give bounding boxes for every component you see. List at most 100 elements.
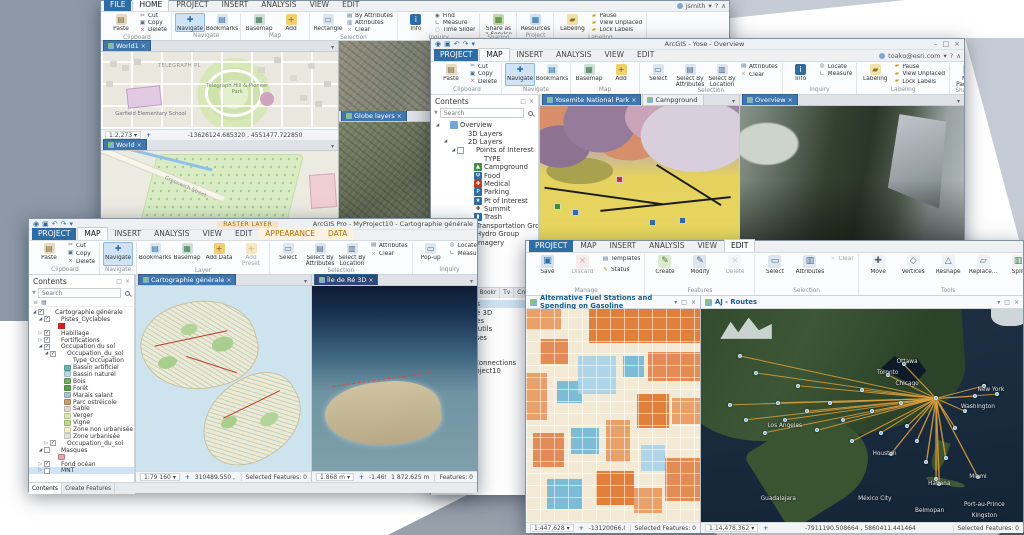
ribbon-button[interactable]: ✂ Cut (138, 13, 168, 20)
view-tab[interactable]: Campground (642, 94, 704, 105)
airport-dot[interactable] (850, 439, 854, 443)
view-tab[interactable]: Cartographie générale× (138, 274, 236, 285)
ribbon-button[interactable]: i Info (401, 13, 431, 34)
ribbon-tab[interactable]: EDIT (336, 0, 365, 11)
layer-tree-item[interactable]: ▷ MNT (29, 467, 134, 474)
ribbon-button[interactable]: ✎ Create (648, 254, 681, 287)
ribbon-button[interactable]: ▰ Labeling (557, 13, 587, 34)
ribbon-button[interactable]: ✚ Navigate (175, 13, 205, 32)
expand-icon[interactable]: ▷ (37, 462, 44, 467)
float-icon[interactable]: □ (1004, 299, 1010, 306)
map-view-overview-3d[interactable] (740, 106, 964, 241)
ribbon-button[interactable]: + Add Data (204, 242, 234, 267)
map-pane-title-bar[interactable]: Alternative Fuel Stations and Spending o… (526, 296, 700, 309)
expand-icon[interactable]: ◢ (37, 317, 44, 322)
close-icon[interactable]: × (529, 98, 534, 105)
close-icon[interactable]: × (125, 278, 130, 285)
pointer-icon[interactable]: + (185, 474, 190, 481)
layer-tree-item[interactable]: Bois (29, 378, 134, 385)
view-tab[interactable]: Yosemite National Park× (542, 94, 641, 105)
layer-tree-item[interactable]: ◢ ✓ Occupation du sol (29, 343, 134, 350)
quick-access-button[interactable]: ◉ (435, 40, 441, 48)
close-icon[interactable]: × (691, 299, 696, 306)
ribbon-button[interactable]: ▰ View Unplaced (589, 20, 643, 27)
layer-tree-item[interactable]: ✚ Medical (431, 180, 538, 188)
scale-select[interactable]: 1.868 m▾ (316, 473, 354, 481)
ribbon-button[interactable]: ▰ View Unplaced (892, 71, 946, 79)
expand-icon[interactable]: ▷ (37, 331, 44, 336)
ribbon-button[interactable]: × Clear (739, 71, 779, 79)
ribbon-tab[interactable]: MAP (479, 48, 509, 61)
layer-tree-item[interactable]: 3D Layers (431, 129, 538, 137)
ribbon-button[interactable]: ▣ Copy (468, 71, 498, 79)
campground-marker[interactable] (554, 203, 561, 210)
layer-tree-item[interactable]: Sable (29, 405, 134, 412)
ribbon-button[interactable]: ▥ Attributes (793, 254, 826, 287)
ribbon-button[interactable]: ✂ Cut (66, 242, 96, 250)
layer-tree-item[interactable]: P Parking (431, 188, 538, 196)
view-tab[interactable]: Overview× (742, 94, 798, 105)
airport-dot[interactable] (776, 401, 780, 405)
ribbon-button[interactable]: ◉ Find (433, 13, 477, 20)
ribbon-tab[interactable]: PROJECT (32, 228, 76, 240)
airport-dot[interactable] (860, 388, 864, 392)
ribbon-button[interactable]: ▤ Paste (436, 63, 466, 86)
parking-marker[interactable] (649, 219, 656, 226)
ribbon-button[interactable]: ▤ Bookmarks (537, 63, 567, 86)
ribbon-tab[interactable]: MAP (77, 227, 107, 240)
view-tab[interactable]: Île de Ré 3D× (314, 274, 378, 285)
ribbon-button[interactable]: ▤ By Attributes (345, 13, 394, 20)
ribbon-button[interactable]: ∟ Measure (448, 250, 477, 258)
layer-checkbox[interactable]: ✓ (44, 316, 50, 322)
ribbon-tab[interactable]: MAP (574, 240, 602, 252)
ribbon-button[interactable]: + Add Preset (236, 242, 266, 267)
ribbon-button[interactable]: ▤ Bookmarks (207, 13, 237, 32)
layer-tree-item[interactable]: ◢ ✓ Occupation_du_sol (29, 350, 134, 357)
scale-select[interactable]: 1:2,273▾ (105, 131, 141, 139)
airport-dot[interactable] (744, 418, 748, 422)
tab-list-dropdown-icon[interactable]: ▾ (302, 278, 309, 285)
pane-tab[interactable]: Tv (500, 288, 514, 298)
ribbon-button[interactable]: ▭ Select (273, 242, 303, 267)
map-view-ile-de-re[interactable] (136, 286, 311, 471)
airport-dot[interactable] (738, 354, 742, 358)
airport-dot[interactable] (915, 439, 919, 443)
ribbon-tab[interactable]: ANALYSIS (255, 0, 302, 11)
help-icon[interactable]: ? (950, 52, 953, 60)
layer-tree-item[interactable]: Zone urbanisée (29, 433, 134, 440)
airport-dot[interactable] (805, 409, 809, 413)
account-dropdown-icon[interactable]: ▾ (944, 52, 947, 60)
ribbon-tab[interactable]: PROJECT (529, 240, 573, 252)
airport-dot[interactable] (841, 418, 845, 422)
map-view-yosemite[interactable] (540, 106, 739, 241)
ribbon-tab[interactable]: INSERT (109, 228, 148, 240)
ribbon-button[interactable]: ▭ Select (758, 254, 791, 287)
ribbon-button[interactable]: ▥ Select By Location (337, 242, 367, 267)
pane-tab[interactable]: Create Features (62, 483, 115, 494)
layer-tree-item[interactable]: Ψ Food (431, 171, 538, 179)
expand-icon[interactable]: ◢ (31, 310, 38, 315)
ribbon-tab[interactable]: ANALYSIS (148, 228, 195, 240)
tab-list-dropdown-icon[interactable]: ▾ (955, 98, 962, 105)
layer-tree-item[interactable]: Parc ostréicole (29, 399, 134, 406)
expand-icon[interactable]: ▷ (43, 441, 50, 446)
ribbon-button[interactable]: ▣ Copy (138, 20, 168, 27)
airport-dot[interactable] (728, 403, 732, 407)
ribbon-button[interactable]: ▦ Map Package (953, 63, 964, 87)
layer-checkbox[interactable] (44, 468, 50, 474)
airport-dot[interactable] (815, 428, 819, 432)
layer-checkbox[interactable] (44, 447, 50, 453)
map-view-world1[interactable]: TELEGRAPH PL Telegraph Hill & Pioneer Pa… (101, 52, 338, 129)
layer-tree-item[interactable]: Vigne (29, 419, 134, 426)
ribbon-button[interactable]: × Discard (566, 254, 599, 287)
map-view-ile-de-re-3d[interactable] (312, 286, 477, 471)
close-icon[interactable]: × (1014, 299, 1019, 306)
scale-select[interactable]: 1:14,478,362▾ (705, 524, 758, 532)
pane-tab[interactable]: Contents (29, 483, 62, 494)
ribbon-button[interactable]: × Delete (138, 27, 168, 34)
ribbon-tab[interactable]: ANALYSIS (550, 49, 597, 61)
tab-list-dropdown-icon[interactable]: ▾ (730, 98, 737, 105)
ribbon-tab[interactable]: APPEARANCE (259, 228, 321, 240)
ribbon-button[interactable]: ▤ Attributes (369, 242, 409, 250)
layer-tree-item[interactable]: ◢ ✓ Pistes_Cyclables (29, 316, 134, 323)
